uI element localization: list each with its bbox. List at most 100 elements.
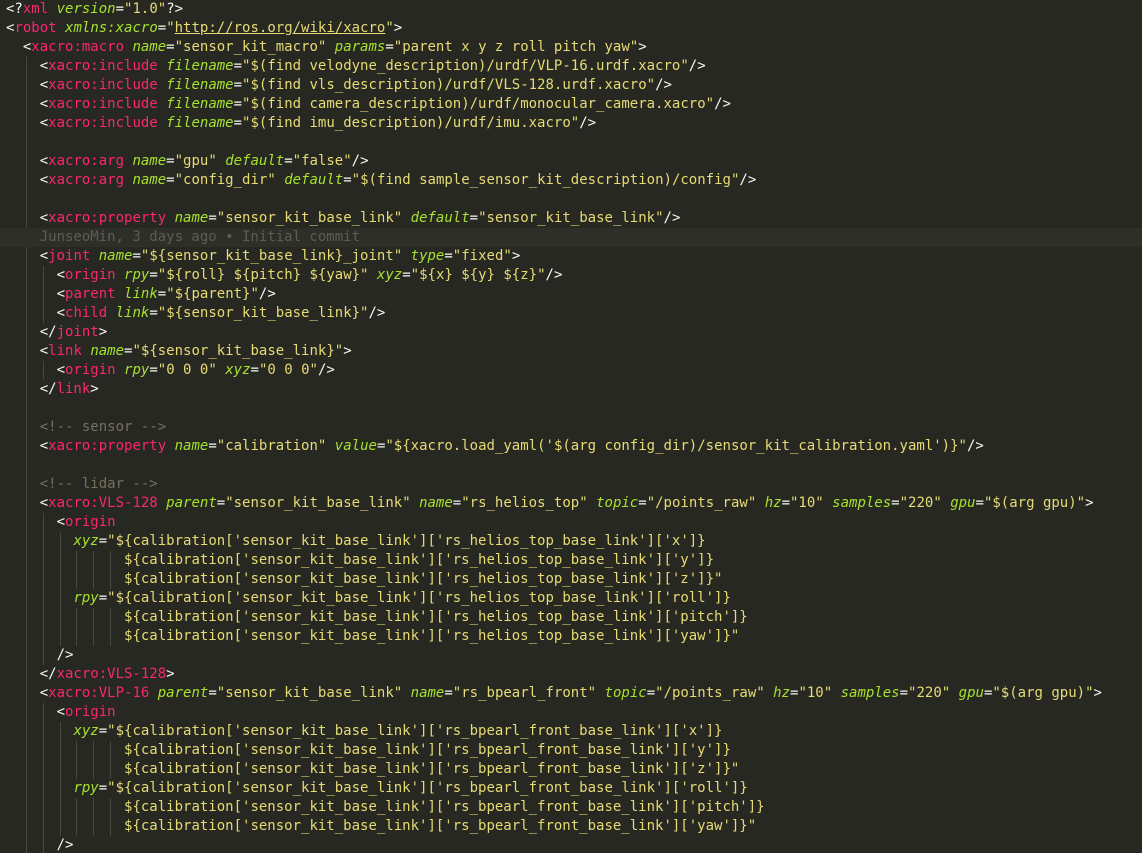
token-tag: xacro:include [48,96,158,112]
code-line[interactable]: <xacro:include filename="$(find camera_d… [0,95,1142,114]
token-str: "220" [908,685,951,701]
code-line[interactable]: <xacro:include filename="$(find imu_desc… [0,114,1142,133]
code-text: ${calibration['sensor_kit_base_link']['r… [6,761,739,777]
token-pu [116,362,124,378]
code-line[interactable]: <origin [0,513,1142,532]
token-attr: filename [166,58,234,74]
code-line[interactable]: <!-- lidar --> [0,475,1142,494]
code-line[interactable]: <origin rpy="${roll} ${pitch} ${yaw}" xy… [0,266,1142,285]
code-line[interactable]: <xacro:VLP-16 parent="sensor_kit_base_li… [0,684,1142,703]
token-str: "/points_raw" [655,685,765,701]
token-pu: > [343,343,352,359]
code-line[interactable]: <joint name="${sensor_kit_base_link}_joi… [0,247,1142,266]
code-line[interactable]: <xacro:include filename="$(find vls_desc… [0,76,1142,95]
token-pu: </ [39,324,57,340]
code-line[interactable]: <parent link="${parent}"/> [0,285,1142,304]
code-text: <joint name="${sensor_kit_base_link}_joi… [6,248,521,264]
token-pu [756,495,764,511]
token-str: "gpu" [174,153,217,169]
token-attr: filename [166,96,234,112]
token-pu: /> [317,362,335,378]
code-line[interactable]: xyz="${calibration['sensor_kit_base_link… [0,532,1142,551]
git-blame-line[interactable]: JunseoMin, 3 days ago • Initial commit [0,228,1142,247]
code-editor[interactable]: <?xml version="1.0"?> <robot xmlns:xacro=… [0,0,1142,853]
code-line[interactable]: xyz="${calibration['sensor_kit_base_link… [0,722,1142,741]
code-line[interactable]: </link> [0,380,1142,399]
code-text: <xacro:property name="sensor_kit_base_li… [6,210,681,226]
code-line[interactable] [0,190,1142,209]
token-pu: /> [655,77,672,93]
token-pu: < [56,362,66,378]
token-str: "sensor_kit_base_link" [478,210,664,226]
token-attr: params [334,39,386,55]
code-line[interactable]: ${calibration['sensor_kit_base_link']['r… [0,627,1142,646]
code-text: </joint> [6,324,107,340]
code-line[interactable]: </joint> [0,323,1142,342]
code-line[interactable] [0,399,1142,418]
token-tag: xacro:include [48,115,158,131]
code-line[interactable]: rpy="${calibration['sensor_kit_base_link… [0,589,1142,608]
code-line[interactable]: /> [0,836,1142,853]
token-tag: xacro:arg [48,153,125,169]
code-line[interactable] [0,456,1142,475]
code-text: <child link="${sensor_kit_base_link}"/> [6,305,386,321]
token-str: "sensor_kit_base_link" [216,210,403,226]
code-line[interactable]: <xacro:macro name="sensor_kit_macro" par… [0,38,1142,57]
token-pu: = [444,685,453,701]
code-line[interactable]: </xacro:VLS-128> [0,665,1142,684]
code-text: ${calibration['sensor_kit_base_link']['r… [6,628,739,644]
code-line[interactable]: ${calibration['sensor_kit_base_link']['r… [0,551,1142,570]
code-line[interactable]: <xacro:include filename="$(find velodyne… [0,57,1142,76]
token-tag: origin [65,362,116,378]
token-pu [411,495,419,511]
code-line[interactable]: ${calibration['sensor_kit_base_link']['r… [0,817,1142,836]
token-attr: parent [166,495,217,511]
code-line[interactable]: ${calibration['sensor_kit_base_link']['r… [0,608,1142,627]
code-text: <xacro:include filename="$(find imu_desc… [6,115,596,131]
code-line[interactable] [0,133,1142,152]
token-pu: = [385,39,394,55]
code-line[interactable]: <origin [0,703,1142,722]
code-line[interactable]: ${calibration['sensor_kit_base_link']['r… [0,741,1142,760]
token-pu: = [899,685,909,701]
token-attr: rpy [124,267,150,283]
token-blame: JunseoMin, 3 days ago • Initial commit [22,229,361,245]
token-attr: name [132,153,167,169]
code-text: ${calibration['sensor_kit_base_link']['r… [6,799,765,815]
code-line[interactable]: ${calibration['sensor_kit_base_link']['r… [0,570,1142,589]
token-attr: hz [773,685,790,701]
code-line[interactable]: <origin rpy="0 0 0" xyz="0 0 0"/> [0,361,1142,380]
code-line[interactable]: <xacro:VLS-128 parent="sensor_kit_base_l… [0,494,1142,513]
token-pu [217,153,225,169]
code-line[interactable]: rpy="${calibration['sensor_kit_base_link… [0,779,1142,798]
code-line[interactable]: <link name="${sensor_kit_base_link}"> [0,342,1142,361]
code-line[interactable]: <xacro:property name="sensor_kit_base_li… [0,209,1142,228]
token-tag: child [65,305,108,321]
code-line[interactable]: <child link="${sensor_kit_base_link}"/> [0,304,1142,323]
token-url[interactable]: http://ros.org/wiki/xacro [175,20,386,36]
token-pu: </ [39,666,57,682]
code-text: ${calibration['sensor_kit_base_link']['r… [6,571,722,587]
code-line[interactable]: <!-- sensor --> [0,418,1142,437]
token-attr: link [124,286,158,302]
token-pu: = [402,267,411,283]
code-line[interactable]: <xacro:arg name="gpu" default="false"/> [0,152,1142,171]
code-line[interactable]: <xacro:arg name="config_dir" default="$(… [0,171,1142,190]
token-str: ${calibration['sensor_kit_base_link']['r… [124,571,723,587]
token-pu: = [233,96,243,112]
token-pu: = [891,495,900,511]
token-tag: xacro:arg [48,172,125,188]
code-line[interactable]: /> [0,646,1142,665]
token-pu: = [216,495,226,511]
token-str: " [166,20,175,36]
code-line[interactable]: <robot xmlns:xacro="http://ros.org/wiki/… [0,19,1142,38]
code-line[interactable]: <xacro:property name="calibration" value… [0,437,1142,456]
code-line[interactable]: ${calibration['sensor_kit_base_link']['r… [0,760,1142,779]
token-attr: filename [166,77,234,93]
code-line[interactable]: <?xml version="1.0"?> [0,0,1142,19]
code-text: <origin [6,514,116,530]
code-line[interactable]: ${calibration['sensor_kit_base_link']['r… [0,798,1142,817]
code-text: <?xml version="1.0"?> [6,1,183,17]
token-pu: /> [714,96,731,112]
